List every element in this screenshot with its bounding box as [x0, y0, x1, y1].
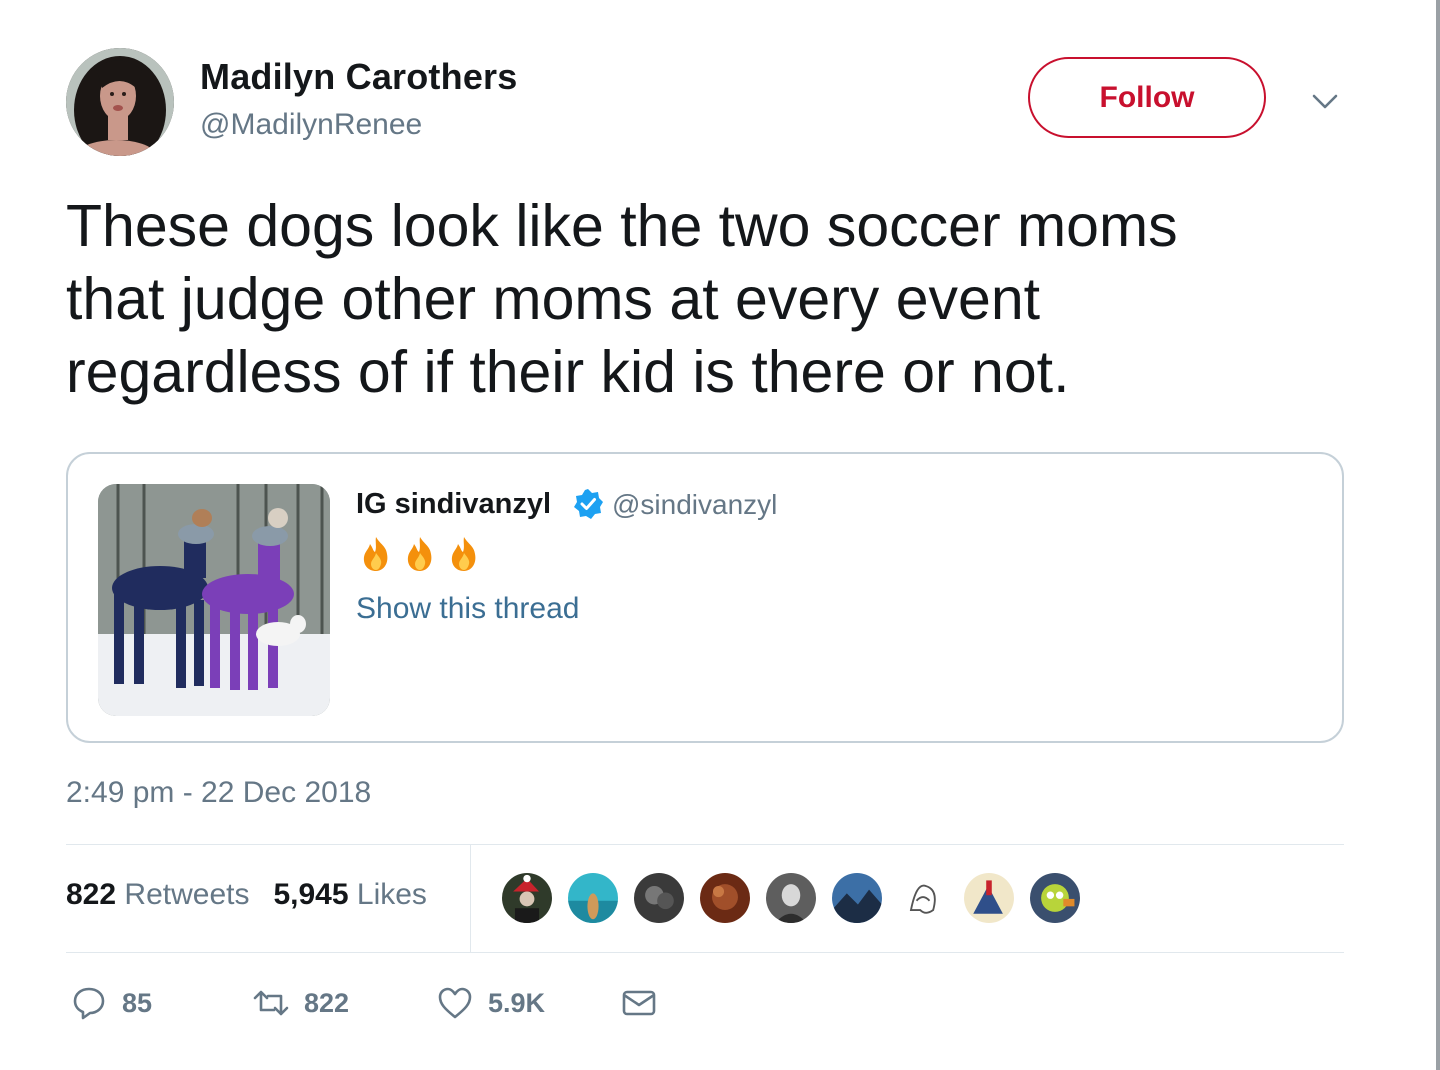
fire-icon [407, 537, 432, 571]
liker-avatar[interactable] [830, 871, 884, 925]
liker-avatar[interactable] [632, 871, 686, 925]
fire-icon [363, 537, 388, 571]
show-thread-link[interactable]: Show this thread [356, 592, 579, 626]
retweet-button[interactable]: 822 [252, 984, 349, 1022]
fire-icon [451, 537, 476, 571]
direct-message-button[interactable] [620, 984, 658, 1022]
likes-count: 5,945 [273, 878, 349, 911]
tweet-text-line: that judge other moms at every event [66, 266, 1041, 332]
follow-button[interactable]: Follow [1028, 57, 1266, 138]
quoted-tweet-card[interactable]: IG sindivanzyl @sindivanzyl Show this th… [66, 452, 1344, 743]
liker-avatar[interactable] [698, 871, 752, 925]
quoted-display-name[interactable]: IG sindivanzyl [356, 488, 551, 521]
liker-avatar[interactable] [1028, 871, 1082, 925]
likes-stat[interactable]: 5,945 Likes [273, 878, 426, 912]
retweets-label: Retweets [124, 878, 250, 911]
reply-count: 85 [122, 987, 153, 1018]
likes-label: Likes [356, 878, 427, 911]
divider [66, 952, 1344, 953]
envelope-icon [622, 990, 656, 1016]
quoted-tweet-image[interactable] [98, 484, 330, 716]
liker-avatars [500, 871, 1082, 925]
chevron-down-icon[interactable] [1310, 88, 1340, 114]
tweet-text-line: These dogs look like the two soccer moms [66, 193, 1178, 259]
retweet-count: 822 [304, 987, 350, 1018]
reply-icon [73, 987, 105, 1020]
liker-avatar[interactable] [896, 871, 950, 925]
tweet-stats: 822 Retweets 5,945 Likes [66, 878, 427, 912]
like-count: 5.9K [488, 987, 546, 1018]
quoted-handle[interactable]: @sindivanzyl [612, 489, 777, 521]
two-dogs-photo-icon [98, 484, 330, 716]
divider [66, 844, 1344, 845]
liker-avatar[interactable] [764, 871, 818, 925]
author-avatar[interactable] [66, 48, 174, 156]
liker-avatar[interactable] [566, 871, 620, 925]
reply-button[interactable]: 85 [70, 984, 152, 1022]
retweets-stat[interactable]: 822 Retweets [66, 878, 249, 912]
retweets-count: 822 [66, 878, 117, 911]
profile-photo-icon [66, 48, 174, 156]
tweet-text: These dogs look like the two soccer moms… [66, 190, 1366, 409]
verified-badge-icon [572, 488, 604, 520]
fire-emoji-row [356, 534, 484, 574]
tweet-timestamp[interactable]: 2:49 pm - 22 Dec 2018 [66, 776, 371, 810]
author-handle[interactable]: @MadilynRenee [200, 108, 422, 142]
heart-icon [438, 987, 472, 1019]
divider [470, 845, 471, 952]
liker-avatar[interactable] [500, 871, 554, 925]
like-button[interactable]: 5.9K [436, 984, 545, 1022]
tweet-text-line: regardless of if their kid is there or n… [66, 339, 1070, 405]
window-edge [1436, 0, 1440, 1070]
author-display-name[interactable]: Madilyn Carothers [200, 56, 517, 98]
retweet-icon [253, 990, 289, 1016]
liker-avatar[interactable] [962, 871, 1016, 925]
